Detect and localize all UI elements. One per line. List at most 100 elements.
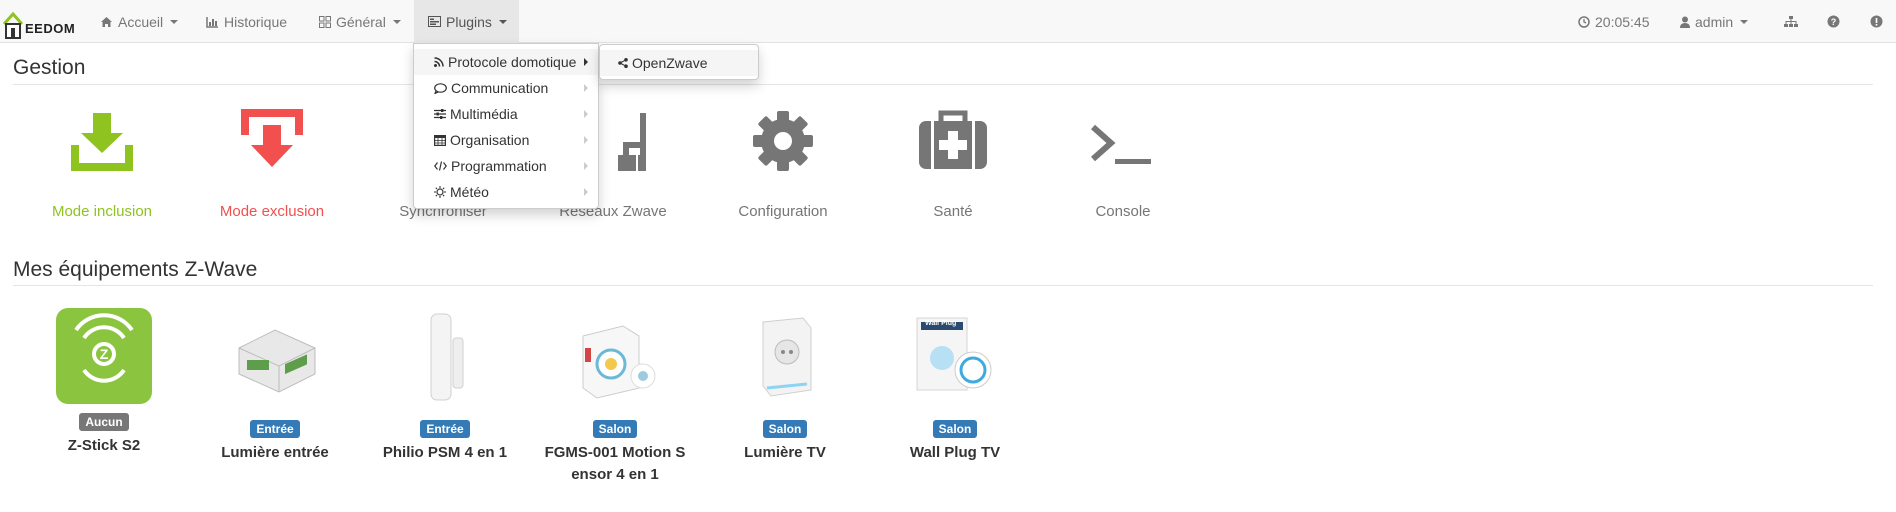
wall-plug-box-text: Wall Plug	[925, 320, 957, 327]
download-icon	[71, 113, 133, 171]
medkit-icon	[919, 110, 987, 169]
bar-chart-icon	[206, 16, 219, 28]
menu-item-label: Programmation	[451, 158, 547, 174]
equipment-card-philio-psm[interactable]: Entrée Philio PSM 4 en 1	[360, 308, 530, 464]
mode-exclusion-button[interactable]: Mode exclusion	[197, 105, 347, 220]
user-name: admin	[1695, 13, 1734, 30]
wall-plug-box-image: Wall Plug	[907, 308, 1003, 404]
user-menu[interactable]: admin	[1666, 0, 1762, 43]
room-badge: Salon	[932, 420, 978, 438]
exclamation-circle-icon	[1870, 15, 1883, 28]
menu-item-label: Météo	[450, 184, 489, 200]
nav-plugins[interactable]: Plugins	[414, 0, 519, 43]
chevron-right-icon	[584, 162, 588, 170]
menu-item-organisation[interactable]: Organisation	[414, 127, 598, 153]
equipment-name: FGMS-001 Motion Sensor 4 en 1	[544, 444, 686, 483]
menu-item-label: Multimédia	[450, 106, 518, 122]
equipment-card-z-stick[interactable]: Z Z-WAVE Aucun Z-Stick S2	[19, 308, 189, 457]
room-badge: Salon	[592, 420, 638, 438]
menu-item-openzwave[interactable]: OpenZwave	[600, 50, 758, 76]
mode-exclusion-label: Mode exclusion	[219, 203, 325, 220]
equipment-name: Z-Stick S2	[67, 437, 141, 454]
menu-item-programmation[interactable]: Programmation	[414, 153, 598, 179]
philio-sensor-image	[397, 308, 493, 404]
house-logo-icon	[2, 10, 24, 40]
sliders-icon	[434, 109, 446, 119]
question-circle-icon: ?	[1827, 15, 1840, 28]
menu-item-protocole-domotique[interactable]: Protocole domotique	[414, 49, 598, 75]
room-badge: Entrée	[250, 420, 300, 438]
user-icon	[1680, 16, 1690, 28]
protocole-domotique-submenu: OpenZwave	[599, 44, 759, 80]
console-button[interactable]: Console	[1048, 105, 1198, 220]
share-icon	[618, 58, 628, 68]
caret-down-icon	[498, 19, 507, 24]
menu-item-label: Communication	[451, 80, 549, 96]
svg-text:Z: Z	[100, 346, 109, 362]
menu-item-meteo[interactable]: Météo	[414, 179, 598, 205]
upload-icon	[241, 109, 303, 167]
room-badge: Entrée	[420, 420, 470, 438]
network-button[interactable]	[1770, 0, 1812, 43]
menu-item-label: Organisation	[450, 132, 530, 148]
menu-item-label: OpenZwave	[632, 55, 708, 71]
rss-icon	[434, 57, 444, 67]
wall-plug-image	[737, 308, 833, 404]
equipment-name: Lumière TV	[744, 444, 826, 461]
code-icon	[434, 161, 447, 171]
menu-item-communication[interactable]: Communication	[414, 75, 598, 101]
equipment-card-wall-plug-tv[interactable]: Wall Plug Salon Wall Plug TV	[870, 308, 1040, 464]
chevron-right-icon	[584, 84, 588, 92]
nav-plugins-label: Plugins	[446, 13, 492, 30]
equipment-name: Philio PSM 4 en 1	[382, 444, 508, 461]
configuration-label: Configuration	[738, 203, 828, 220]
chevron-right-icon	[584, 136, 588, 144]
nav-accueil[interactable]: Accueil	[86, 0, 192, 43]
console-label: Console	[1095, 203, 1151, 220]
nav-general-label: Général	[336, 13, 386, 30]
equipment-card-lumiere-entree[interactable]: Entrée Lumière entrée	[190, 308, 360, 464]
brand-text: EEDOM	[25, 21, 76, 36]
calendar-icon	[434, 134, 446, 146]
jeedom-logo[interactable]: EEDOM	[2, 2, 75, 40]
sun-icon	[434, 186, 446, 198]
nav-accueil-label: Accueil	[118, 13, 164, 30]
chevron-right-icon	[584, 110, 588, 118]
clock-icon	[1578, 15, 1590, 28]
divider	[13, 285, 1873, 286]
sitemap-icon	[1784, 15, 1798, 28]
fibaro-module-image	[227, 308, 323, 404]
caret-down-icon	[392, 19, 401, 24]
equipment-card-lumiere-tv[interactable]: Salon Lumière TV	[700, 308, 870, 464]
nav-historique-label: Historique	[224, 13, 288, 30]
chevron-right-icon	[584, 188, 588, 196]
configuration-button[interactable]: Configuration	[708, 105, 858, 220]
comment-icon	[434, 82, 447, 94]
menu-item-multimedia[interactable]: Multimédia	[414, 101, 598, 127]
divider	[13, 84, 1873, 85]
equipments-title: Mes équipements Z-Wave	[13, 258, 258, 281]
nav-historique[interactable]: Historique	[192, 0, 301, 43]
plugins-dropdown-menu: Protocole domotique Communication Multim…	[413, 43, 599, 209]
fibaro-motion-sensor-image	[567, 308, 663, 404]
room-badge: Aucun	[79, 413, 129, 431]
clock-time: 20:05:45	[1595, 13, 1650, 30]
top-navbar: EEDOM Accueil Historique Général Plugins…	[0, 0, 1896, 43]
menu-item-label: Protocole domotique	[448, 54, 577, 70]
help-button[interactable]: ?	[1813, 0, 1854, 43]
mode-inclusion-label: Mode inclusion	[51, 203, 153, 220]
dashboard-icon	[319, 15, 331, 28]
sante-button[interactable]: Santé	[878, 105, 1028, 220]
gear-icon	[753, 111, 813, 171]
caret-down-icon	[1740, 19, 1749, 24]
zwave-logo-text: Z-WAVE	[88, 392, 120, 401]
mode-inclusion-button[interactable]: Mode inclusion	[27, 105, 177, 220]
tasks-icon	[428, 16, 441, 27]
caret-down-icon	[170, 19, 179, 24]
equipment-card-fgms-001[interactable]: Salon FGMS-001 Motion Sensor 4 en 1	[530, 308, 700, 486]
report-button[interactable]	[1856, 0, 1896, 43]
nav-general[interactable]: Général	[305, 0, 415, 43]
equipment-name: Lumière entrée	[221, 444, 329, 461]
gestion-title: Gestion	[13, 56, 86, 79]
zwave-logo-image: Z	[56, 308, 152, 404]
